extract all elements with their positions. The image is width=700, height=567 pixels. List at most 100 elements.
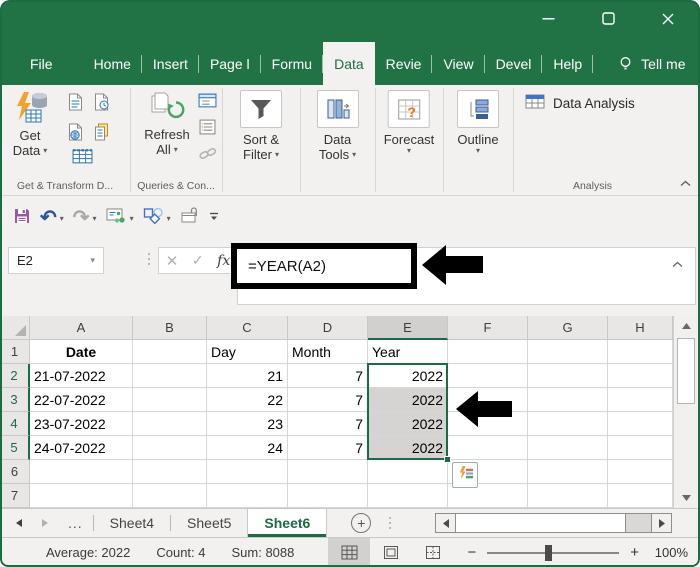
cell-B4[interactable]	[133, 412, 207, 436]
from-web-icon[interactable]	[67, 123, 84, 144]
sheet-tab-sheet4[interactable]: Sheet4	[94, 509, 170, 537]
row-header-6[interactable]: 6	[0, 460, 30, 484]
dropdown-icon[interactable]: ▾	[130, 214, 134, 223]
tab-file[interactable]: File	[16, 42, 67, 85]
column-header-H[interactable]: H	[608, 316, 673, 340]
cell-G7[interactable]	[528, 484, 608, 508]
cell-A3[interactable]: 22-07-2022	[30, 388, 133, 412]
tab-revie[interactable]: Revie	[375, 42, 433, 85]
cell-A1[interactable]: Date	[30, 340, 133, 364]
cell-B2[interactable]	[133, 364, 207, 388]
zoom-in-icon[interactable]: +	[630, 545, 639, 560]
quick-analysis-button[interactable]	[452, 462, 478, 488]
row-header-7[interactable]: 7	[0, 484, 30, 508]
cell-E1[interactable]: Year	[368, 340, 448, 364]
horizontal-scrollbar[interactable]	[435, 513, 672, 533]
maximize-button[interactable]	[600, 12, 616, 29]
forecast-button[interactable]: ? Forecast ▾	[384, 90, 434, 155]
from-table-icon[interactable]	[72, 147, 93, 167]
close-button[interactable]	[660, 13, 676, 29]
collapse-ribbon-icon[interactable]	[680, 180, 691, 187]
sheet-nav-prev[interactable]	[6, 509, 32, 537]
shapes-button[interactable]: ▾	[143, 207, 171, 230]
minimize-button[interactable]	[540, 13, 556, 29]
cell-H2[interactable]	[608, 364, 673, 388]
cell-H5[interactable]	[608, 436, 673, 460]
cell-D1[interactable]: Month	[288, 340, 368, 364]
cell-G1[interactable]	[528, 340, 608, 364]
tab-tell-me[interactable]: Tell me	[607, 42, 696, 85]
cell-A4[interactable]: 23-07-2022	[30, 412, 133, 436]
vertical-scrollbar[interactable]	[673, 316, 698, 508]
cell-A7[interactable]	[30, 484, 133, 508]
tab-page-l[interactable]: Page l	[199, 42, 261, 85]
data-analysis-button[interactable]: Data Analysis	[525, 93, 635, 114]
dropdown-icon[interactable]: ▾	[93, 214, 97, 223]
email-contact-button[interactable]: ▾	[106, 207, 134, 229]
cancel-icon[interactable]: ✕	[166, 252, 179, 270]
column-header-B[interactable]: B	[133, 316, 207, 340]
cell-C5[interactable]: 24	[207, 436, 288, 460]
view-page-layout-button[interactable]	[370, 538, 412, 567]
recent-sources-icon[interactable]	[93, 93, 110, 114]
cell-C7[interactable]	[207, 484, 288, 508]
tab-view[interactable]: View	[432, 42, 485, 85]
dropdown-icon[interactable]: ▾	[167, 214, 171, 223]
sheet-tab-sheet5[interactable]: Sheet5	[171, 509, 247, 537]
name-box[interactable]: E2 ▾	[8, 247, 104, 274]
tab-home[interactable]: Home	[83, 42, 143, 85]
formula-bar-collapse-icon[interactable]	[672, 261, 683, 268]
vertical-scroll-thumb[interactable]	[677, 338, 695, 404]
cell-F5[interactable]	[448, 436, 528, 460]
cell-F1[interactable]	[448, 340, 528, 364]
zoom-slider[interactable]	[487, 544, 620, 561]
zoom-slider-handle[interactable]	[545, 544, 553, 561]
existing-connections-icon[interactable]	[93, 123, 110, 144]
cell-H3[interactable]	[608, 388, 673, 412]
row-header-5[interactable]: 5	[0, 436, 30, 460]
column-header-G[interactable]: G	[528, 316, 608, 340]
view-page-break-button[interactable]	[412, 538, 454, 567]
cell-A6[interactable]	[30, 460, 133, 484]
cell-E4[interactable]: 2022	[368, 412, 448, 436]
cell-E7[interactable]	[368, 484, 448, 508]
column-header-C[interactable]: C	[207, 316, 288, 340]
cell-C6[interactable]	[207, 460, 288, 484]
cell-F2[interactable]	[448, 364, 528, 388]
column-header-A[interactable]: A	[30, 316, 133, 340]
name-box-dropdown-icon[interactable]: ▾	[90, 256, 95, 265]
row-header-2[interactable]: 2	[0, 364, 30, 388]
cell-E2[interactable]: 2022	[368, 364, 448, 388]
row-header-1[interactable]: 1	[0, 340, 30, 364]
sheet-nav-next[interactable]	[32, 509, 58, 537]
scroll-left-icon[interactable]	[436, 514, 456, 532]
cell-D7[interactable]	[288, 484, 368, 508]
cell-E6[interactable]	[368, 460, 448, 484]
refresh-all-button[interactable]: Refresh All ▾	[134, 90, 200, 157]
customize-toolbar-button[interactable]	[208, 209, 220, 227]
cell-C4[interactable]: 23	[207, 412, 288, 436]
cell-A2[interactable]: 21-07-2022	[30, 364, 133, 388]
scroll-down-icon[interactable]	[674, 488, 698, 508]
sort-filter-button[interactable]: Sort & Filter ▾	[240, 90, 282, 162]
dropdown-icon[interactable]: ▾	[60, 214, 64, 223]
cell-G4[interactable]	[528, 412, 608, 436]
cell-C1[interactable]: Day	[207, 340, 288, 364]
fill-handle[interactable]	[444, 456, 451, 463]
cell-E3[interactable]: 2022	[368, 388, 448, 412]
column-header-D[interactable]: D	[288, 316, 368, 340]
scroll-right-icon[interactable]	[651, 514, 671, 532]
cell-D4[interactable]: 7	[288, 412, 368, 436]
cell-D6[interactable]	[288, 460, 368, 484]
cell-G3[interactable]	[528, 388, 608, 412]
enter-icon[interactable]: ✓	[192, 252, 204, 269]
cell-H6[interactable]	[608, 460, 673, 484]
properties-icon[interactable]	[199, 119, 216, 138]
cell-C3[interactable]: 22	[207, 388, 288, 412]
horizontal-scroll-track[interactable]	[626, 514, 651, 532]
undo-button[interactable]: ↶ ▾	[40, 208, 64, 228]
scroll-up-icon[interactable]	[674, 316, 698, 336]
cell-G5[interactable]	[528, 436, 608, 460]
row-header-3[interactable]: 3	[0, 388, 30, 412]
horizontal-scroll-thumb[interactable]	[456, 514, 626, 532]
